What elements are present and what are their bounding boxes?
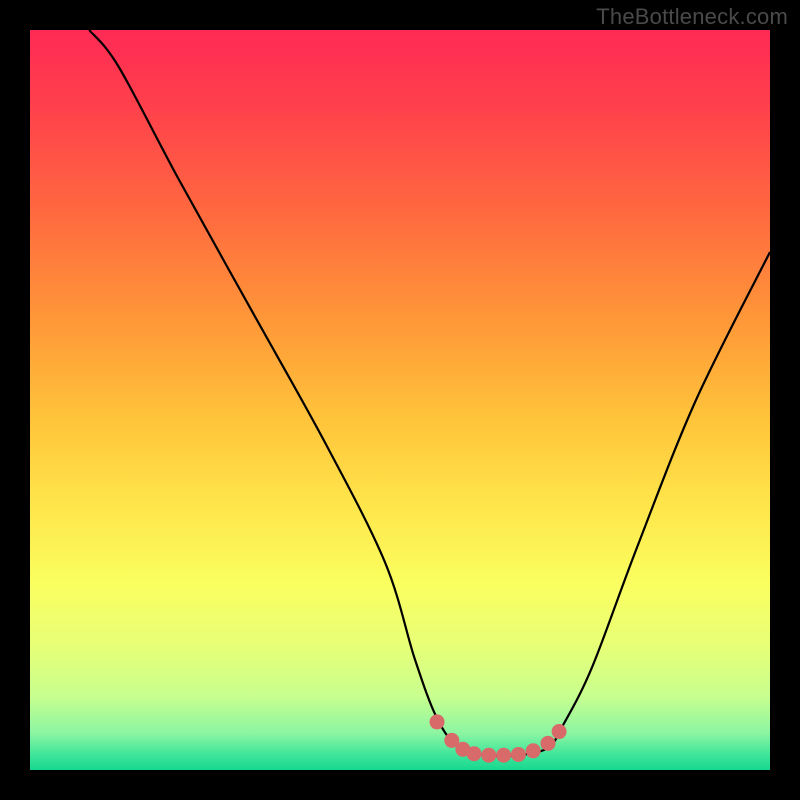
plot-area xyxy=(30,30,770,770)
curve-svg xyxy=(30,30,770,770)
highlight-dot xyxy=(496,748,511,763)
highlight-dots xyxy=(430,714,567,762)
highlight-dot xyxy=(481,748,496,763)
highlight-dot xyxy=(467,746,482,761)
bottleneck-curve xyxy=(89,30,770,756)
chart-frame: TheBottleneck.com xyxy=(0,0,800,800)
highlight-dot xyxy=(552,724,567,739)
highlight-dot xyxy=(541,736,556,751)
watermark-text: TheBottleneck.com xyxy=(596,4,788,30)
highlight-dot xyxy=(511,747,526,762)
highlight-dot xyxy=(430,714,445,729)
highlight-dot xyxy=(526,743,541,758)
